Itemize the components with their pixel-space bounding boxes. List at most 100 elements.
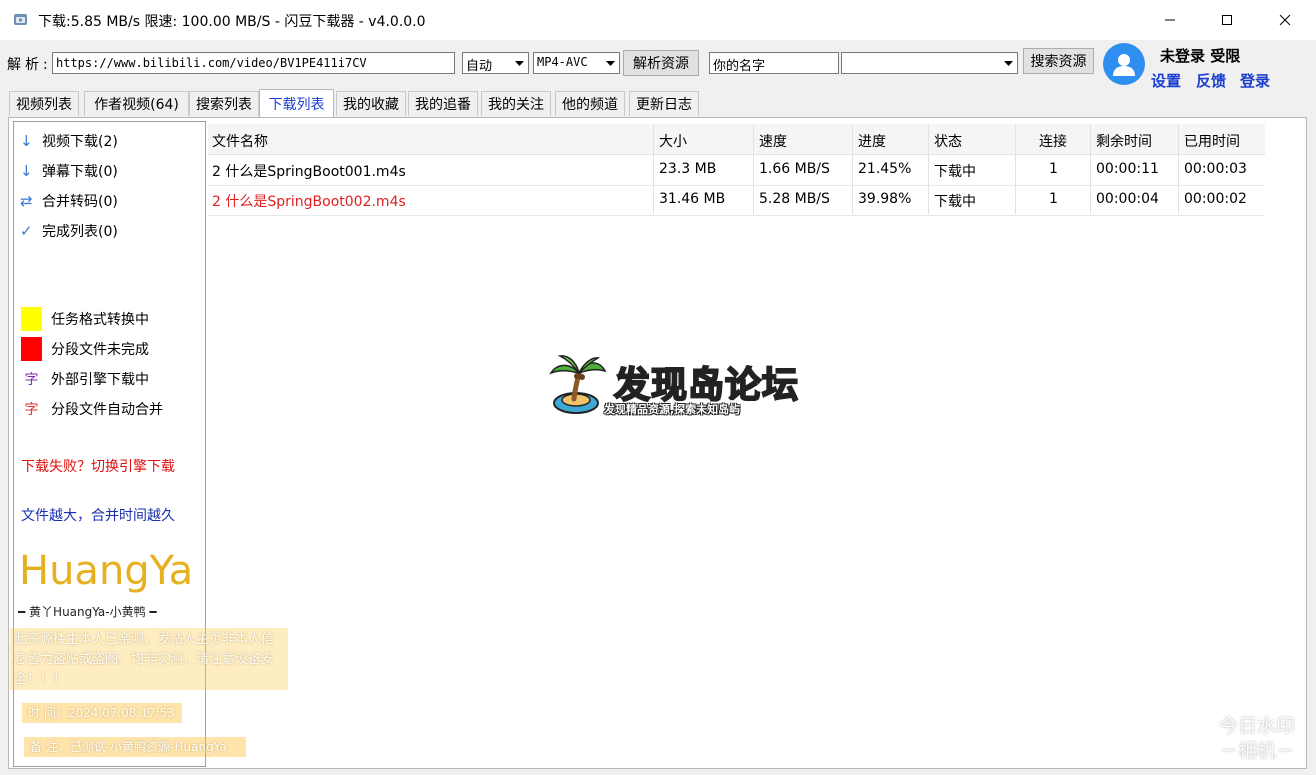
red-swatch (21, 337, 42, 361)
minimize-button[interactable] (1141, 0, 1199, 40)
minimize-icon (1165, 19, 1175, 21)
cell-elapsed: 00:00:02 (1184, 191, 1247, 207)
cell-speed: 1.66 MB/S (759, 161, 830, 177)
cell-progress: 21.45% (858, 161, 912, 177)
parse-label: 解析: (7, 57, 52, 73)
brand-subtitle: ━ 黄丫HuangYa-小黄鸭 ━ (18, 605, 157, 619)
sidebar-item-label: 视频下载(2) (42, 134, 118, 150)
tab-my-follows[interactable]: 我的关注 (481, 91, 551, 116)
column-header[interactable]: 大小 (659, 131, 687, 151)
notice-stamp-text: 此资源楼主本人已亲测，发帖人主页非本人信息皆为盗贴或盗图，均非实测，请注意设备安… (14, 632, 275, 687)
char-glyph-icon: 字 (24, 402, 39, 418)
search-keyword-input[interactable]: 你的名字 (709, 52, 839, 74)
column-header[interactable]: 进度 (858, 131, 886, 151)
login-status: 未登录 受限 (1160, 47, 1241, 65)
search-type-select[interactable] (841, 52, 1018, 74)
chevron-down-icon[interactable] (511, 54, 527, 72)
download-fail-tip: 下载失败？切换引擎下载 (21, 459, 175, 475)
cell-remaining: 00:00:11 (1096, 161, 1159, 177)
maximize-button[interactable] (1198, 0, 1256, 40)
feedback-link[interactable]: 反馈 (1196, 70, 1226, 91)
title-bar: 下载:5.85 MB/s 限速: 100.00 MB/S - 闪豆下载器 - v… (0, 0, 1316, 40)
stamp-note: 备 注：已测试-小黄鸭资源-HuangYa (24, 737, 246, 757)
legend-item: 字 外部引擎下载中 (21, 369, 150, 389)
check-icon: ✓ (20, 222, 33, 240)
swap-icon: ⇄ (20, 192, 33, 210)
quality-select[interactable]: 自动 (462, 52, 529, 74)
legend-label: 分段文件自动合并 (51, 402, 163, 418)
column-header[interactable]: 已用时间 (1184, 131, 1240, 151)
merge-time-tip: 文件越大，合并时间越久 (21, 508, 175, 524)
column-header[interactable]: 状态 (934, 131, 962, 151)
cell-status: 下载中 (934, 164, 976, 180)
window-title: 下载:5.85 MB/s 限速: 100.00 MB/S - 闪豆下载器 - v… (38, 14, 426, 30)
brand-logo: HuangYa (19, 548, 194, 594)
tab-author-videos[interactable]: 作者视频(64) (84, 91, 189, 116)
cell-size: 23.3 MB (659, 161, 717, 177)
yellow-swatch (21, 307, 42, 331)
arrow-down-icon: ↓ (20, 162, 33, 180)
legend-label: 分段文件未完成 (51, 342, 149, 358)
cell-speed: 5.28 MB/S (759, 191, 830, 207)
cell-connections: 1 (1049, 161, 1058, 177)
column-header[interactable]: 剩余时间 (1096, 131, 1152, 151)
parse-resource-button[interactable]: 解析资源 (623, 50, 699, 76)
format-select-value: MP4-AVC (537, 55, 588, 69)
tab-their-channel[interactable]: 他的频道 (555, 91, 625, 116)
legend-label: 外部引擎下载中 (51, 372, 149, 388)
sidebar-item-danmaku-download[interactable]: ↓ 弹幕下载(0) (20, 161, 118, 181)
tab-changelog[interactable]: 更新日志 (629, 91, 699, 116)
tab-download-list[interactable]: 下载列表 (259, 89, 334, 117)
url-input[interactable]: https://www.bilibili.com/video/BV1PE411i… (52, 52, 455, 74)
camera-watermark-line: －相机－ (1218, 740, 1295, 762)
chevron-down-icon[interactable] (1000, 54, 1016, 72)
close-button[interactable] (1256, 0, 1314, 40)
tab-search-list[interactable]: 搜索列表 (189, 91, 259, 116)
sidebar-item-video-download[interactable]: ↓ 视频下载(2) (20, 131, 118, 151)
chevron-down-icon[interactable] (602, 54, 618, 72)
table-row[interactable]: 2 什么是SpringBoot001.m4s 23.3 MB 1.66 MB/S… (208, 155, 1265, 186)
sidebar-item-label: 合并转码(0) (42, 194, 118, 210)
table-header: 文件名称 大小 速度 进度 状态 连接 剩余时间 已用时间 (208, 124, 1265, 155)
tab-my-favorites[interactable]: 我的收藏 (336, 91, 406, 116)
camera-watermark: 今日水印 －相机－ (1212, 714, 1302, 764)
avatar[interactable] (1103, 43, 1145, 85)
cell-status: 下载中 (934, 194, 976, 210)
stamp-time: 时 间：2024.07.08 17:53 (22, 703, 182, 723)
cell-filename: 2 什么是SpringBoot001.m4s (212, 164, 406, 180)
tab-video-list[interactable]: 视频列表 (9, 91, 79, 116)
cell-elapsed: 00:00:03 (1184, 161, 1247, 177)
column-header[interactable]: 文件名称 (212, 131, 268, 151)
sidebar-item-label: 完成列表(0) (42, 224, 118, 240)
sidebar-item-completed[interactable]: ✓ 完成列表(0) (20, 221, 118, 241)
camera-watermark-line: 今日水印 (1218, 715, 1295, 737)
legend-item: 分段文件未完成 (21, 337, 149, 361)
forum-watermark-subtitle: 发现精品资源,探索未知岛屿 (604, 403, 741, 416)
cell-size: 31.46 MB (659, 191, 726, 207)
format-select[interactable]: MP4-AVC (533, 52, 620, 74)
quality-select-value: 自动 (466, 59, 493, 74)
settings-link[interactable]: 设置 (1151, 70, 1181, 91)
sidebar-item-merge-transcode[interactable]: ⇄ 合并转码(0) (20, 191, 118, 211)
cell-remaining: 00:00:04 (1096, 191, 1159, 207)
tab-my-bangumi[interactable]: 我的追番 (408, 91, 478, 116)
column-header[interactable]: 速度 (759, 131, 787, 151)
close-icon (1279, 14, 1291, 26)
table-row[interactable]: 2 什么是SpringBoot002.m4s 31.46 MB 5.28 MB/… (208, 185, 1265, 216)
app-icon (14, 14, 27, 25)
search-resource-button[interactable]: 搜索资源 (1023, 48, 1094, 74)
login-link[interactable]: 登录 (1240, 70, 1270, 91)
maximize-icon (1222, 15, 1232, 25)
cell-filename: 2 什么是SpringBoot002.m4s (212, 194, 406, 210)
cell-progress: 39.98% (858, 191, 912, 207)
arrow-down-icon: ↓ (20, 132, 33, 150)
legend-label: 任务格式转换中 (51, 312, 149, 328)
legend-item: 任务格式转换中 (21, 307, 149, 331)
cell-connections: 1 (1049, 191, 1058, 207)
sidebar-item-label: 弹幕下载(0) (42, 164, 118, 180)
column-header[interactable]: 连接 (1039, 131, 1067, 151)
palm-island-logo (549, 355, 607, 414)
legend-item: 字 分段文件自动合并 (21, 399, 164, 419)
user-icon (1113, 54, 1135, 76)
char-glyph-icon: 字 (24, 372, 39, 388)
